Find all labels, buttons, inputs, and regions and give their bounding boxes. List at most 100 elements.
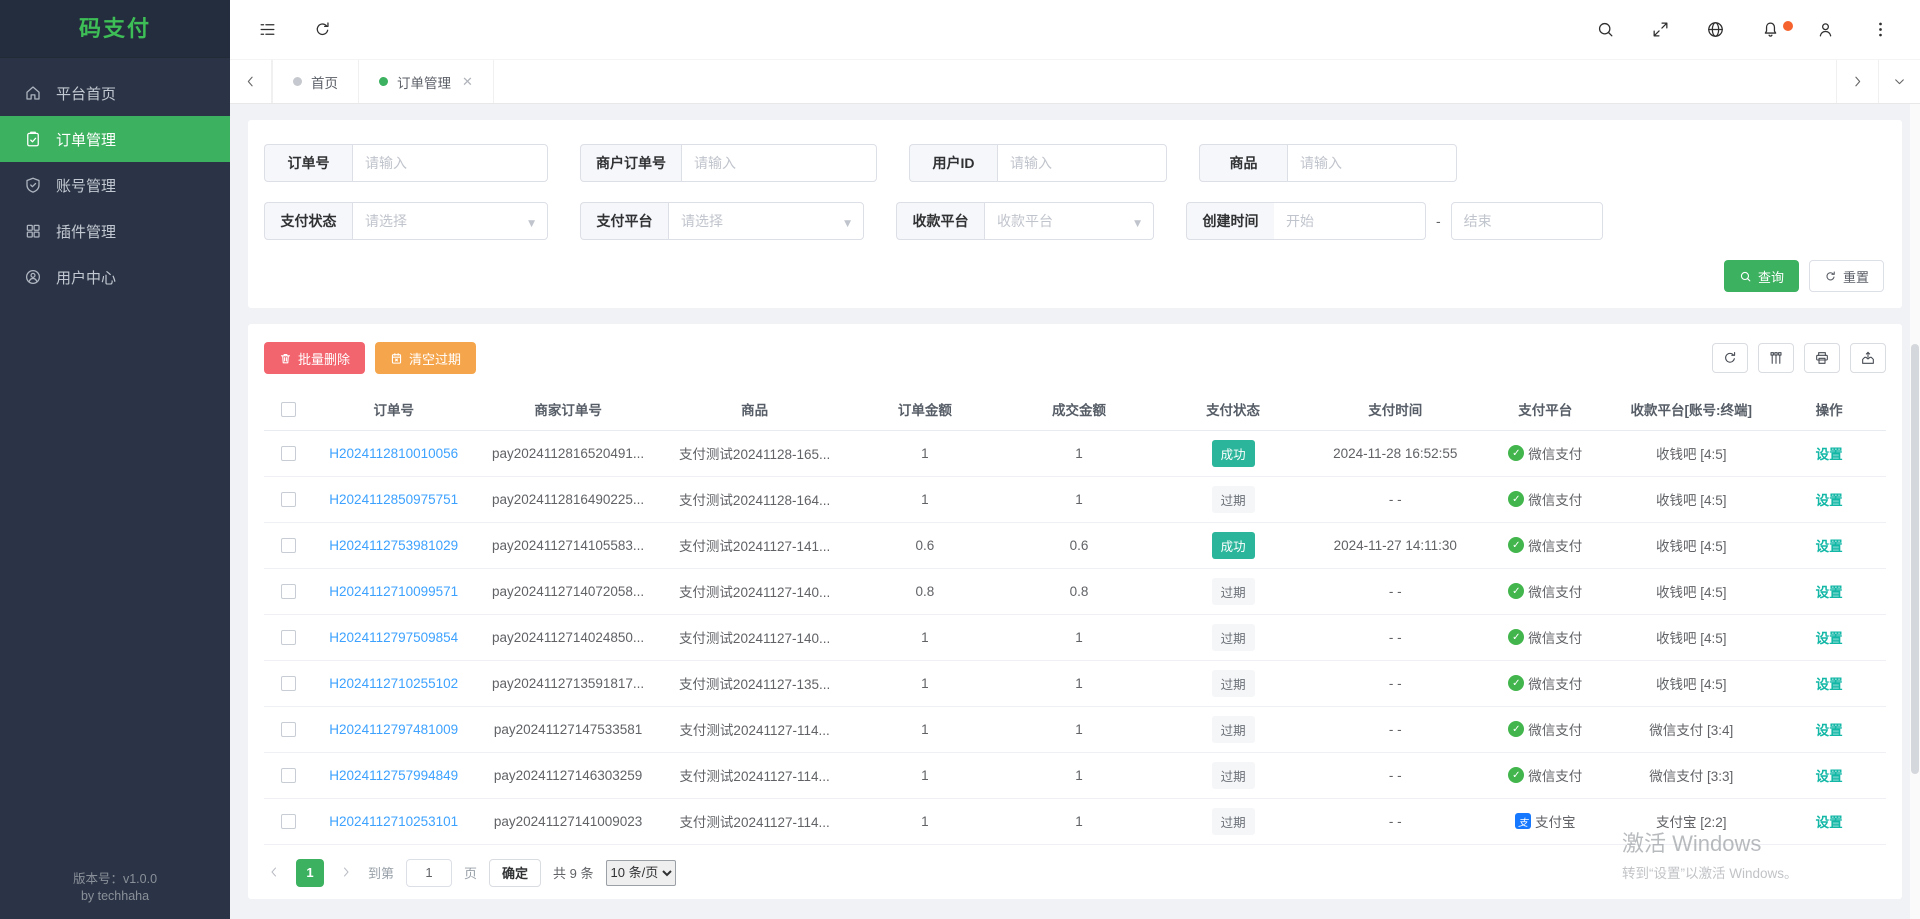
row-checkbox[interactable]	[281, 538, 296, 553]
pay-platform-select[interactable]: 请选择	[668, 202, 864, 240]
merchant-order-no: pay2024112713591817...	[475, 660, 662, 706]
menu-fold-icon[interactable]	[258, 20, 277, 39]
settings-link[interactable]: 设置	[1816, 769, 1843, 784]
table-row: H2024112757994849 pay20241127146303259 支…	[264, 752, 1886, 798]
col-actions: 操作	[1772, 388, 1886, 430]
order-amount: 1	[848, 660, 1002, 706]
scrollbar-thumb[interactable]	[1911, 344, 1919, 774]
select-all-checkbox[interactable]	[281, 402, 296, 417]
order-no-input[interactable]	[352, 144, 548, 182]
order-amount: 1	[848, 752, 1002, 798]
table-refresh-button[interactable]	[1712, 343, 1748, 373]
sidebar-item-orders[interactable]: 订单管理	[0, 116, 230, 162]
reset-button[interactable]: 重置	[1809, 260, 1884, 292]
sidebar-item-user-center[interactable]: 用户中心	[0, 254, 230, 300]
row-checkbox[interactable]	[281, 676, 296, 691]
table-toolbar-right	[1712, 343, 1886, 373]
product-input[interactable]	[1287, 144, 1457, 182]
sidebar-item-plugins[interactable]: 插件管理	[0, 208, 230, 254]
pay-time: - -	[1310, 568, 1480, 614]
platform-icon	[1508, 537, 1524, 553]
prev-page-icon[interactable]	[264, 865, 284, 881]
refresh-icon[interactable]	[313, 20, 332, 39]
goto-page-input[interactable]	[406, 859, 452, 887]
print-button[interactable]	[1804, 343, 1840, 373]
settings-link[interactable]: 设置	[1816, 815, 1843, 830]
filter-label: 商户订单号	[580, 144, 681, 182]
sidebar-item-home[interactable]: 平台首页	[0, 70, 230, 116]
vertical-scrollbar[interactable]	[1910, 104, 1920, 919]
pay-status-select[interactable]: 请选择	[352, 202, 548, 240]
table-row: H2024112850975751 pay2024112816490225...…	[264, 476, 1886, 522]
clear-expired-button[interactable]: 清空过期	[375, 342, 476, 374]
filter-pay-platform: 支付平台 请选择	[580, 202, 864, 240]
more-vertical-icon[interactable]	[1871, 20, 1890, 39]
order-number-link[interactable]: H2024112757994849	[329, 768, 458, 783]
settings-link[interactable]: 设置	[1816, 539, 1843, 554]
row-checkbox[interactable]	[281, 630, 296, 645]
tabs-menu-chevron-down-icon[interactable]	[1878, 60, 1920, 103]
tab-close-icon[interactable]: ✕	[462, 74, 473, 90]
table-toolbar: 批量删除 清空过期	[264, 342, 1886, 374]
date-end-input[interactable]	[1451, 202, 1603, 240]
order-number-link[interactable]: H2024112710099571	[329, 584, 458, 599]
table-row: H2024112797509854 pay2024112714024850...…	[264, 614, 1886, 660]
receive-platform: 微信支付 [3:3]	[1610, 752, 1772, 798]
row-checkbox[interactable]	[281, 492, 296, 507]
order-number-link[interactable]: H2024112710253101	[329, 814, 458, 829]
order-amount: 1	[848, 430, 1002, 476]
globe-icon[interactable]	[1706, 20, 1725, 39]
merchant-order-no: pay2024112816520491...	[475, 430, 662, 476]
export-button[interactable]	[1850, 343, 1886, 373]
sidebar-item-label: 账号管理	[56, 175, 116, 196]
settings-link[interactable]: 设置	[1816, 447, 1843, 462]
bell-icon[interactable]	[1761, 20, 1780, 39]
sidebar-item-accounts[interactable]: 账号管理	[0, 162, 230, 208]
paid-amount: 1	[1002, 660, 1156, 706]
order-number-link[interactable]: H2024112710255102	[329, 676, 458, 691]
goto-confirm-button[interactable]: 确定	[489, 859, 541, 887]
tab-home[interactable]: 首页	[272, 60, 359, 103]
status-badge: 过期	[1212, 578, 1255, 605]
column-settings-button[interactable]	[1758, 343, 1794, 373]
search-button[interactable]: 查询	[1724, 260, 1799, 292]
topbar-left	[258, 20, 332, 39]
row-checkbox[interactable]	[281, 722, 296, 737]
search-icon[interactable]	[1596, 20, 1615, 39]
page-number-button[interactable]: 1	[296, 859, 324, 887]
table-row: H2024112710255102 pay2024112713591817...…	[264, 660, 1886, 706]
fullscreen-icon[interactable]	[1651, 20, 1670, 39]
settings-link[interactable]: 设置	[1816, 493, 1843, 508]
filter-panel: 订单号 商户订单号 用户ID 商品	[248, 120, 1902, 308]
table-body: H2024112810010056 pay2024112816520491...…	[264, 430, 1886, 844]
row-checkbox[interactable]	[281, 768, 296, 783]
settings-link[interactable]: 设置	[1816, 723, 1843, 738]
status-badge: 成功	[1212, 440, 1255, 467]
platform-icon	[1508, 445, 1524, 461]
order-number-link[interactable]: H2024112850975751	[329, 492, 458, 507]
date-start-input[interactable]	[1274, 202, 1426, 240]
tabs-scroll-right-icon[interactable]	[1836, 60, 1878, 103]
tab-order-management[interactable]: 订单管理 ✕	[359, 60, 494, 103]
filter-receive-platform: 收款平台 收款平台	[896, 202, 1154, 240]
settings-link[interactable]: 设置	[1816, 631, 1843, 646]
settings-link[interactable]: 设置	[1816, 585, 1843, 600]
order-number-link[interactable]: H2024112810010056	[329, 446, 458, 461]
order-number-link[interactable]: H2024112797509854	[329, 630, 458, 645]
row-checkbox[interactable]	[281, 446, 296, 461]
user-icon[interactable]	[1816, 20, 1835, 39]
next-page-icon[interactable]	[336, 865, 356, 881]
row-checkbox[interactable]	[281, 814, 296, 829]
filter-create-time: 创建时间 -	[1186, 202, 1603, 240]
row-checkbox[interactable]	[281, 584, 296, 599]
order-number-link[interactable]: H2024112753981029	[329, 538, 458, 553]
merchant-no-input[interactable]	[681, 144, 877, 182]
user-id-input[interactable]	[997, 144, 1167, 182]
app-root: 码支付 平台首页 订单管理 账号管理 插件管理 用户中心	[0, 0, 1920, 919]
page-size-select[interactable]: 10 条/页	[606, 860, 676, 886]
settings-link[interactable]: 设置	[1816, 677, 1843, 692]
batch-delete-button[interactable]: 批量删除	[264, 342, 365, 374]
tabs-scroll-left-icon[interactable]	[230, 60, 272, 103]
order-number-link[interactable]: H2024112797481009	[329, 722, 458, 737]
receive-platform-select[interactable]: 收款平台	[984, 202, 1154, 240]
